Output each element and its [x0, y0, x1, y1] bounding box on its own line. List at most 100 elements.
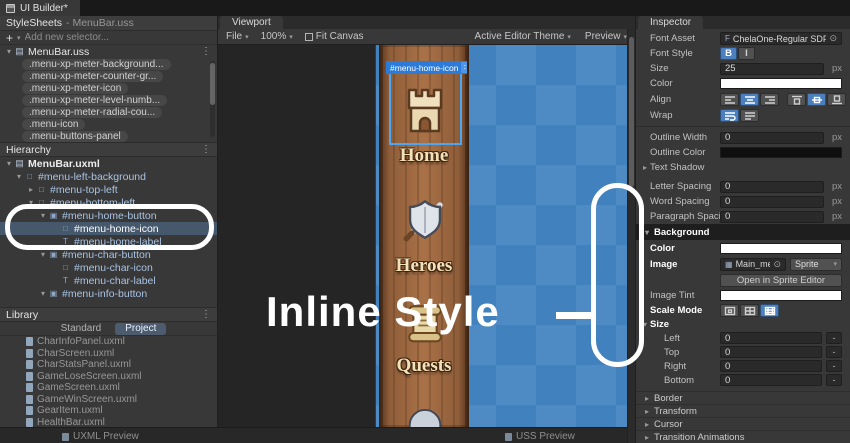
hierarchy-item-menu-home-label[interactable]: T #menu-home-label: [0, 235, 217, 248]
foldout-arrow-icon[interactable]: ▸: [642, 394, 652, 403]
foldout-arrow-icon[interactable]: ▾: [38, 289, 48, 298]
foldout-arrow-icon[interactable]: ▸: [642, 433, 652, 442]
foldout-arrow-icon[interactable]: ▾: [38, 211, 48, 220]
align-left-button[interactable]: [720, 93, 739, 106]
background-image-object-field[interactable]: ▦ Main_menu_icon ⊙: [720, 258, 786, 271]
valign-top-button[interactable]: [787, 93, 806, 106]
game-menu-bar[interactable]: #menu-home-icon ∷ Home: [379, 45, 469, 427]
foldout-arrow-icon[interactable]: ▾: [642, 228, 652, 237]
font-asset-object-field[interactable]: F ChelaOne-Regular SDF T (F ⊙: [720, 32, 842, 45]
paragraph-spacing-input[interactable]: 0: [720, 211, 824, 223]
stylesheet-root-row[interactable]: ▾ ▤ MenuBar.uss ⋮: [0, 45, 217, 58]
uss-selector-item[interactable]: .menu-xp-meter-icon: [0, 82, 217, 94]
scale-mode-stretch-button[interactable]: [720, 304, 739, 317]
hierarchy-item-menu-char-button[interactable]: ▾ ▣ #menu-char-button: [0, 248, 217, 261]
inspector-scrollbar[interactable]: [627, 29, 635, 443]
outline-width-unit[interactable]: px: [828, 132, 842, 143]
hierarchy-item-menu-home-icon[interactable]: □ #menu-home-icon: [0, 222, 217, 235]
open-sprite-editor-button[interactable]: Open in Sprite Editor: [720, 274, 842, 287]
word-spacing-unit[interactable]: px: [828, 196, 842, 207]
window-tab[interactable]: UI Builder*: [0, 0, 80, 16]
hierarchy-item-menu-left-background[interactable]: ▾ □ #menu-left-background: [0, 170, 217, 183]
align-right-button[interactable]: [760, 93, 779, 106]
wrap-on-button[interactable]: [720, 109, 739, 122]
cursor-section-row[interactable]: ▸ Cursor: [636, 417, 850, 430]
foldout-arrow-icon[interactable]: ▸: [642, 420, 652, 429]
size-bottom-input[interactable]: 0: [720, 374, 822, 386]
foldout-arrow-icon[interactable]: ▾: [640, 320, 650, 329]
editor-theme-dropdown[interactable]: Active Editor Theme▾: [475, 31, 571, 42]
border-section-row[interactable]: ▸ Border: [636, 391, 850, 404]
library-item[interactable]: CharInfoPanel.uxml: [0, 336, 217, 348]
menu-heroes-label-element[interactable]: Heroes: [381, 255, 467, 277]
size-foldout-row[interactable]: ▾ Size: [636, 318, 850, 331]
font-size-unit[interactable]: px: [828, 63, 842, 74]
letter-spacing-input[interactable]: 0: [720, 181, 824, 193]
wrap-off-button[interactable]: [740, 109, 759, 122]
italic-toggle[interactable]: I: [738, 47, 755, 60]
menu-partial-icon-element[interactable]: [392, 393, 458, 427]
scrollbar-thumb[interactable]: [210, 63, 215, 105]
image-type-dropdown[interactable]: Sprite ▾: [790, 258, 842, 271]
text-shadow-row[interactable]: ▸ Text Shadow: [636, 160, 850, 175]
font-color-swatch[interactable]: [720, 78, 842, 89]
uss-selector-item[interactable]: .menu-xp-meter-counter-gr...: [0, 70, 217, 82]
hierarchy-item-menu-top-left[interactable]: ▸ □ #menu-top-left: [0, 183, 217, 196]
uss-selector-item[interactable]: .menu-xp-meter-background...: [0, 58, 217, 70]
menu-quests-label-element[interactable]: Quests: [381, 355, 467, 377]
hierarchy-item-menu-bottom-left[interactable]: ▾ □ #menu-bottom-left: [0, 196, 217, 209]
uss-preview-tab[interactable]: USS Preview: [505, 431, 575, 442]
menu-heroes-icon-element[interactable]: [392, 189, 458, 251]
add-selector-button[interactable]: +: [6, 33, 13, 43]
library-menu-icon[interactable]: ⋮: [201, 309, 211, 320]
library-item[interactable]: GameScreen.uxml: [0, 382, 217, 394]
bold-toggle[interactable]: B: [720, 47, 737, 60]
tab-viewport[interactable]: Viewport: [220, 16, 283, 29]
background-section-header[interactable]: ▾ Background: [636, 224, 850, 240]
library-item[interactable]: HealthBar.uxml: [0, 417, 217, 428]
size-top-unit-dropdown[interactable]: -: [826, 346, 842, 358]
outline-color-swatch[interactable]: [720, 147, 842, 158]
foldout-arrow-icon[interactable]: ▾: [4, 159, 14, 168]
foldout-arrow-icon[interactable]: ▾: [14, 172, 24, 181]
hierarchy-item-menu-char-label[interactable]: T #menu-char-label: [0, 274, 217, 287]
game-canvas[interactable]: #menu-home-icon ∷ Home: [375, 45, 635, 427]
object-picker-icon[interactable]: ⊙: [773, 259, 781, 270]
font-size-input[interactable]: 25: [720, 63, 824, 75]
uxml-preview-tab[interactable]: UXML Preview: [62, 431, 139, 442]
uss-selector-item[interactable]: .menu-buttons-panel: [0, 130, 217, 142]
foldout-arrow-icon[interactable]: ▾: [26, 198, 36, 207]
stylesheets-scrollbar[interactable]: [210, 61, 215, 137]
uss-selector-item[interactable]: .menu-xp-meter-level-numb...: [0, 94, 217, 106]
library-item[interactable]: GearItem.uxml: [0, 405, 217, 417]
library-item[interactable]: GameWinScreen.uxml: [0, 394, 217, 406]
hierarchy-menu-icon[interactable]: ⋮: [201, 144, 211, 155]
paragraph-spacing-unit[interactable]: px: [828, 211, 842, 222]
tab-standard[interactable]: Standard: [51, 323, 112, 335]
preview-toggle[interactable]: Preview▾: [585, 31, 627, 42]
foldout-arrow-icon[interactable]: ▸: [26, 185, 36, 194]
hierarchy-item-menu-home-button[interactable]: ▾ ▣ #menu-home-button: [0, 209, 217, 222]
hierarchy-item-menu-info-button[interactable]: ▾ ▣ #menu-info-button: [0, 287, 217, 300]
size-right-input[interactable]: 0: [720, 360, 822, 372]
stylesheet-menu-icon[interactable]: ⋮: [201, 46, 211, 57]
size-top-input[interactable]: 0: [720, 346, 822, 358]
scale-mode-crop-button[interactable]: [740, 304, 759, 317]
menu-quests-icon-element[interactable]: [392, 295, 458, 351]
transform-section-row[interactable]: ▸ Transform: [636, 404, 850, 417]
valign-middle-button[interactable]: [807, 93, 826, 106]
library-item[interactable]: CharScreen.uxml: [0, 348, 217, 360]
foldout-arrow-icon[interactable]: ▾: [38, 250, 48, 259]
add-selector-input[interactable]: [25, 32, 211, 43]
drag-handle-icon[interactable]: ∷: [461, 62, 469, 73]
valign-bottom-button[interactable]: [827, 93, 846, 106]
size-left-input[interactable]: 0: [720, 332, 822, 344]
selection-header[interactable]: #menu-home-icon ∷: [386, 61, 469, 74]
library-item[interactable]: GameLoseScreen.uxml: [0, 371, 217, 383]
foldout-arrow-icon[interactable]: ▸: [642, 407, 652, 416]
add-selector-caret-icon[interactable]: ▾: [17, 34, 21, 42]
align-center-button[interactable]: [740, 93, 759, 106]
uss-selector-item[interactable]: .menu-xp-meter-radial-cou...: [0, 106, 217, 118]
fit-canvas-button[interactable]: Fit Canvas: [305, 31, 364, 42]
word-spacing-input[interactable]: 0: [720, 196, 824, 208]
